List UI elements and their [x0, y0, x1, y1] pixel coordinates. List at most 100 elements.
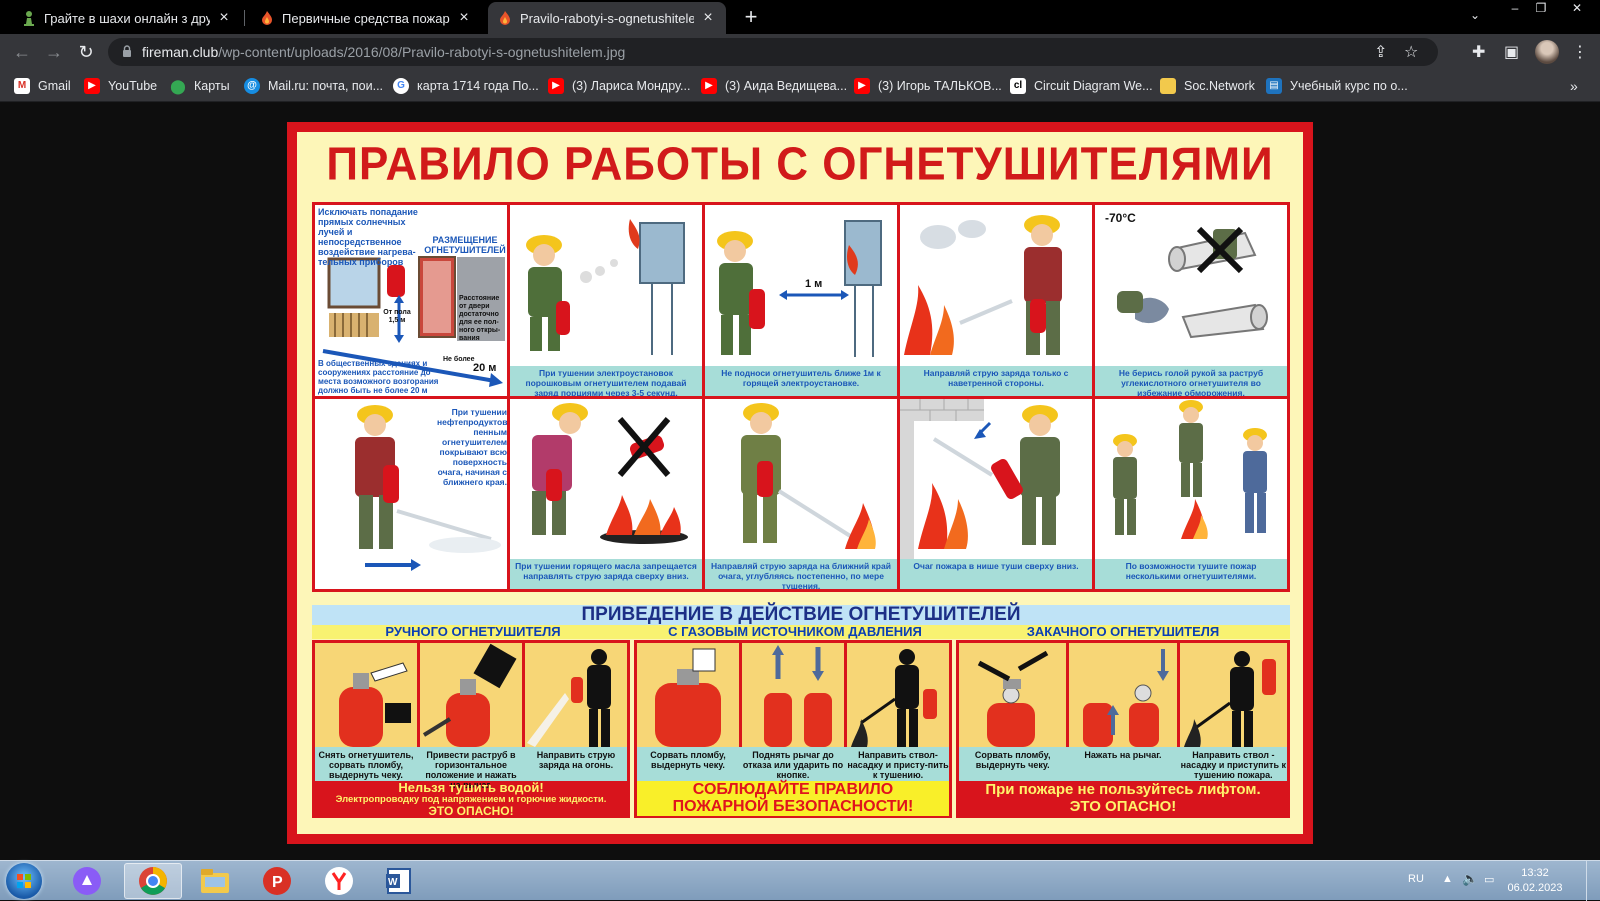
rule-cell-niche: Очаг пожара в нише туши сверху вниз. [900, 398, 1092, 589]
taskbar-chrome[interactable] [124, 863, 182, 899]
step-caption: Направить ствол-насадку и присту-пить к … [847, 750, 949, 780]
bookmark-vedishcheva[interactable]: ▶ (3) Аида Ведищева... [701, 76, 847, 96]
rule-cell-co2-frost: -70°С Не берись голой рукой за раструб у… [1095, 205, 1287, 396]
close-icon[interactable]: × [216, 9, 232, 27]
extensions-puzzle-icon[interactable]: ✚ [1472, 42, 1485, 62]
tab-poster-image[interactable]: Pravilo-rabotyi-s-ognetushitelem.jpg × [488, 2, 726, 34]
placement-distance-note: Не более [443, 356, 475, 363]
mailru-icon: @ [244, 78, 260, 94]
bookmark-mondrus[interactable]: ▶ (3) Лариса Мондру... [548, 76, 690, 96]
distance-label: 1 м [805, 278, 823, 290]
bookmark-map-1714[interactable]: Gкарта 1714 года По... [393, 76, 539, 96]
tab-strip: Грайте в шахи онлайн з друзями × Первичн… [0, 0, 1600, 34]
rule-caption: Очаг пожара в нише туши сверху вниз. [900, 559, 1092, 589]
placement-height-note: От пола 1,5 м [383, 309, 411, 324]
bookmark-maps[interactable]: ⬤ Карты [170, 76, 230, 96]
restore-button[interactable]: ❐ [1528, 0, 1554, 18]
bookmark-circuit[interactable]: cl Circuit Diagram We... [1010, 76, 1153, 96]
bookmark-label: Soc.Network [1184, 79, 1255, 93]
rule-caption: Направляй струю заряда на ближний край о… [705, 559, 897, 589]
warning-line: При пожаре не пользуйтесь лифтом. [985, 781, 1261, 798]
bookmark-socnetwork[interactable]: Soc.Network [1160, 76, 1255, 96]
bookmark-course[interactable]: ▤ Учебный курс по о... [1266, 76, 1408, 96]
extinguisher-step-illustration [339, 662, 411, 747]
group-title-stored-pressure: ЗАКАЧНОГО ОГНЕТУШИТЕЛЯ [956, 625, 1290, 639]
tab-fire-safety[interactable]: Первичные средства пожаротушения × [250, 2, 482, 34]
new-tab-button[interactable]: + [738, 5, 764, 31]
extinguisher-step-illustration [977, 650, 1049, 747]
bookmark-star-icon[interactable]: ☆ [1404, 42, 1418, 62]
forward-button[interactable]: → [42, 40, 66, 64]
profile-avatar[interactable] [1535, 40, 1559, 64]
bookmark-label: Карты [194, 79, 230, 93]
rule-caption: По возможности тушите пожар несколькими … [1095, 559, 1287, 589]
explorer-icon [201, 869, 229, 893]
bookmark-talkov[interactable]: ▶ (3) Игорь ТАЛЬКОВ... [854, 76, 1002, 96]
share-icon[interactable]: ⇪ [1374, 42, 1387, 62]
flame-icon [262, 11, 272, 25]
tab-title: Pravilo-rabotyi-s-ognetushitelem.jpg [520, 10, 694, 26]
tab-title: Грайте в шахи онлайн з друзями [44, 10, 210, 26]
firefighter-illustration [717, 220, 882, 357]
bookmark-label: карта 1714 года По... [417, 79, 539, 93]
address-bar[interactable]: fireman.club/wp-content/uploads/2016/08/… [108, 38, 1438, 66]
taskbar-word[interactable]: W [370, 863, 428, 899]
gmail-icon: M [14, 78, 30, 94]
start-button[interactable] [6, 863, 42, 899]
system-clock[interactable]: 13:32 06.02.2023 [1500, 866, 1570, 896]
minimize-button[interactable]: ‒ [1502, 0, 1528, 18]
taskbar-yandex[interactable] [310, 863, 368, 899]
group-title-manual: РУЧНОГО ОГНЕТУШИТЕЛЯ [312, 625, 634, 639]
fire-extinguisher-poster[interactable]: ПРАВИЛО РАБОТЫ С ОГНЕТУШИТЕЛЯМИ Исключат… [287, 122, 1313, 844]
step-caption: Направить ствол - насадку и приступить к… [1180, 750, 1286, 780]
tab-chess[interactable]: Грайте в шахи онлайн з друзями × [12, 2, 242, 34]
warning-elevator: При пожаре не пользуйтесь лифтом. ЭТО ОП… [959, 781, 1287, 816]
bookmark-gmail[interactable]: M Gmail [14, 76, 71, 96]
side-panel-icon[interactable]: ▣ [1504, 42, 1519, 62]
back-button[interactable]: ← [10, 40, 34, 64]
step-frame [525, 643, 627, 747]
close-icon[interactable]: × [700, 9, 716, 27]
activation-group-stored-pressure: Сорвать пломбу, выдернуть чеку. Нажать н… [956, 640, 1290, 818]
language-indicator[interactable]: RU [1408, 873, 1424, 885]
step-caption: Поднять рычаг до отказа или ударить по к… [742, 750, 844, 780]
reload-button[interactable]: ↻ [74, 40, 98, 64]
firefighter-illustration [904, 215, 1062, 355]
bookmark-youtube[interactable]: ▶ YouTube [84, 76, 157, 96]
network-icon[interactable]: ▭ [1484, 873, 1494, 886]
close-icon[interactable]: × [456, 9, 472, 27]
firefighter-illustration [741, 402, 876, 549]
placement-bottom-text: В общественных зданиях и сооружениях рас… [318, 359, 439, 395]
activation-group-gas-pressure: Сорвать пломбу, выдернуть чеку. Поднять … [634, 640, 952, 818]
alice-icon [73, 867, 101, 895]
rule-cell-placement: Исключать попадание прямых солнечных луч… [315, 205, 507, 396]
taskbar-explorer[interactable] [186, 863, 244, 899]
firefighter-illustration [526, 219, 685, 355]
youtube-icon: ▶ [548, 78, 564, 94]
show-desktop-button[interactable] [1586, 861, 1600, 901]
volume-icon[interactable]: 🔈 [1462, 871, 1478, 887]
bookmark-label: Circuit Diagram We... [1034, 79, 1153, 93]
step-frame [742, 643, 844, 747]
rule-cell-windward: Направляй струю заряда только с наветрен… [900, 205, 1092, 396]
step-caption: Направить струю заряда на огонь. [536, 750, 616, 770]
extinguisher-step-illustration [1183, 651, 1276, 747]
bookmarks-overflow-icon[interactable]: » [1570, 78, 1578, 94]
close-window-button[interactable]: ✕ [1560, 0, 1594, 18]
browser-toolbar: ← → ↻ fireman.club/wp-content/uploads/20… [0, 34, 1600, 70]
taskbar-presenter[interactable]: P [248, 863, 306, 899]
placement-heading: РАЗМЕЩЕНИЕ ОГНЕТУШИТЕЛЕЙ [424, 235, 506, 255]
taskbar-alice[interactable] [58, 863, 116, 899]
bookmark-mailru[interactable]: @ Mail.ru: почта, пои... [244, 76, 383, 96]
firefighter-illustration [532, 402, 688, 544]
menu-kebab-icon[interactable]: ⋮ [1572, 42, 1588, 62]
rule-cell-burning-oil: При тушении горящего масла запрещается н… [510, 398, 702, 589]
flame-icon [500, 11, 510, 25]
tab-search-chevron-icon[interactable]: ⌄ [1470, 8, 1480, 22]
activation-group-manual: Снять огнетушитель, сорвать пломбу, выде… [312, 640, 630, 818]
bookmark-label: Gmail [38, 79, 71, 93]
step-caption: Сорвать пломбу, выдернуть чеку. [974, 750, 1051, 770]
tray-expand-icon[interactable]: ▲ [1442, 873, 1453, 885]
url-text[interactable]: fireman.club/wp-content/uploads/2016/08/… [142, 44, 625, 60]
temperature-label: -70°С [1105, 211, 1136, 225]
